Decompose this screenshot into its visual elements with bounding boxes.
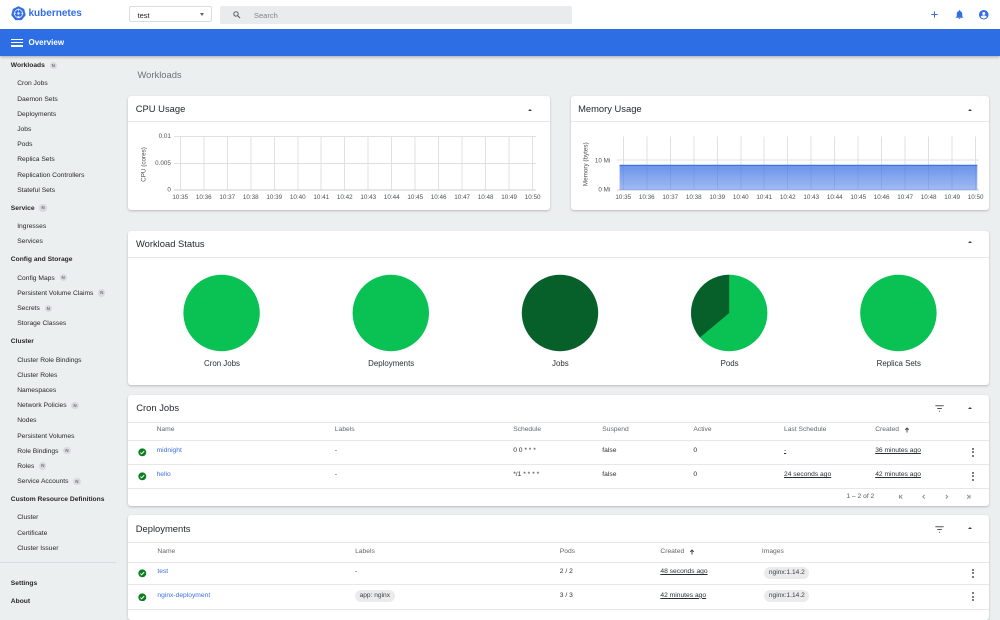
svg-text:10 Mi: 10 Mi <box>595 157 610 164</box>
svg-text:10:48: 10:48 <box>920 194 936 201</box>
svg-text:10:38: 10:38 <box>243 194 259 201</box>
svg-text:10:37: 10:37 <box>662 194 678 201</box>
svg-text:10:50: 10:50 <box>525 194 541 201</box>
svg-text:10:44: 10:44 <box>827 194 843 201</box>
svg-text:10:37: 10:37 <box>220 194 236 201</box>
svg-text:10:47: 10:47 <box>455 194 471 201</box>
svg-text:0: 0 <box>168 187 172 194</box>
svg-text:10:42: 10:42 <box>337 194 353 201</box>
svg-text:10:46: 10:46 <box>873 194 889 201</box>
svg-text:10:39: 10:39 <box>709 194 725 201</box>
svg-text:10:45: 10:45 <box>850 194 866 201</box>
svg-text:10:50: 10:50 <box>967 194 983 201</box>
svg-text:10:35: 10:35 <box>615 194 631 201</box>
svg-text:10:40: 10:40 <box>733 194 749 201</box>
svg-text:10:42: 10:42 <box>780 194 796 201</box>
svg-text:10:35: 10:35 <box>173 194 189 201</box>
svg-text:10:47: 10:47 <box>897 194 913 201</box>
svg-text:10:43: 10:43 <box>803 194 819 201</box>
svg-text:10:49: 10:49 <box>944 194 960 201</box>
svg-text:10:46: 10:46 <box>431 194 447 201</box>
svg-text:Memory (bytes): Memory (bytes) <box>582 142 589 186</box>
svg-text:CPU (cores): CPU (cores) <box>141 147 148 182</box>
svg-text:0.01: 0.01 <box>159 133 172 140</box>
svg-text:10:43: 10:43 <box>361 194 377 201</box>
svg-text:10:45: 10:45 <box>408 194 424 201</box>
svg-text:10:36: 10:36 <box>639 194 655 201</box>
svg-text:10:41: 10:41 <box>314 194 330 201</box>
svg-text:10:44: 10:44 <box>384 194 400 201</box>
svg-text:10:38: 10:38 <box>686 194 702 201</box>
svg-text:0.005: 0.005 <box>156 160 172 167</box>
svg-text:10:36: 10:36 <box>196 194 212 201</box>
svg-text:10:40: 10:40 <box>290 194 306 201</box>
svg-text:10:48: 10:48 <box>478 194 494 201</box>
svg-text:10:39: 10:39 <box>267 194 283 201</box>
svg-text:10:41: 10:41 <box>756 194 772 201</box>
svg-text:10:49: 10:49 <box>502 194 518 201</box>
svg-text:0 Mi: 0 Mi <box>598 187 610 194</box>
